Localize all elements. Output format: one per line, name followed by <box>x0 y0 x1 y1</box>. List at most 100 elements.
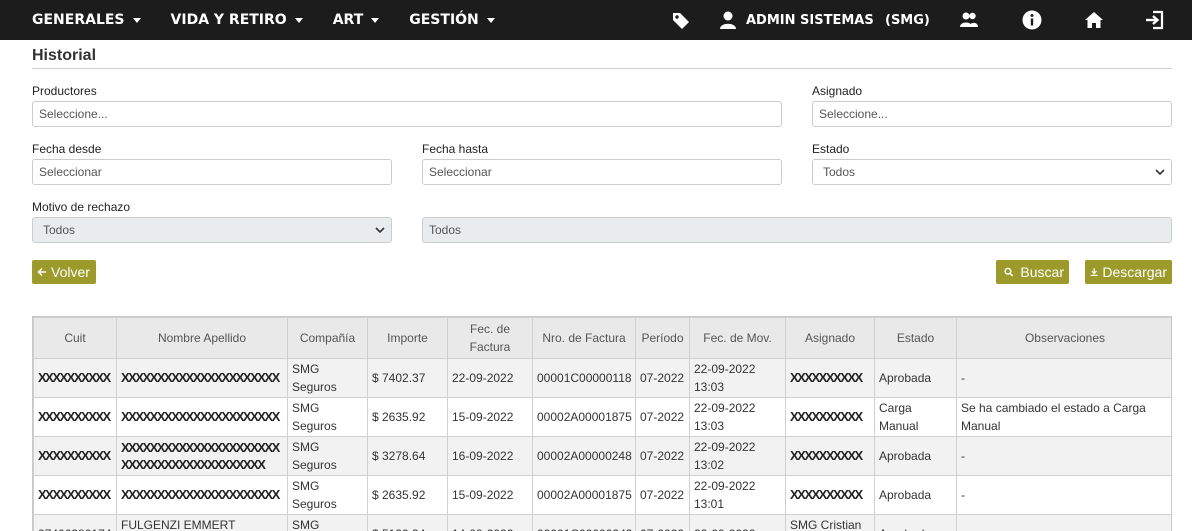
info-icon[interactable] <box>1022 10 1042 30</box>
cell-compania: SMG Seguros <box>287 475 368 515</box>
cell-periodo: 07-2022 <box>635 436 690 476</box>
cell-importe: $ 5130.34 <box>367 514 448 531</box>
cell-estado: Aprobada <box>874 358 957 398</box>
cell-fec-mov: 22-09-2022 13:03 <box>689 358 786 398</box>
cell-nro-factura: 00002A00001875 <box>532 475 636 515</box>
nombre-value: XXXXXXXXXXXXXXXXXXXXXX XXXXXXXXXXXXXXXXX… <box>121 440 280 472</box>
cell-compania: SMG Seguros <box>287 436 368 476</box>
cell-importe: $ 2635.92 <box>367 475 448 515</box>
volver-button[interactable]: Volver <box>32 260 96 284</box>
menu-vida-y-retiro[interactable]: VIDA Y RETIRO <box>171 12 303 28</box>
descargar-label: Descargar <box>1102 264 1167 280</box>
motivo-rechazo-label: Motivo de rechazo <box>32 200 131 214</box>
table-row[interactable]: XXXXXXXXXX XXXXXXXXXXXXXXXXXXXXXX SMG Se… <box>33 475 1171 515</box>
col-fec-mov[interactable]: Fec. de Mov. <box>689 317 786 359</box>
col-observaciones[interactable]: Observaciones <box>956 317 1171 359</box>
cell-fec-mov: 22-09-2022 <box>689 514 786 531</box>
page-title: Historial <box>32 47 97 64</box>
col-nombre[interactable]: Nombre Apellido <box>116 317 288 359</box>
cell-fec-mov: 22-09-2022 13:02 <box>689 436 786 476</box>
cell-periodo: 07-2022 <box>635 475 690 515</box>
cell-nombre: XXXXXXXXXXXXXXXXXXXXXX <box>116 358 288 398</box>
caret-down-icon <box>132 17 141 23</box>
cell-importe: $ 7402.37 <box>367 358 448 398</box>
cell-observaciones: - <box>956 514 1171 531</box>
asignado-value: XXXXXXXXXX <box>790 370 863 385</box>
cuit-value: XXXXXXXXXX <box>38 370 111 385</box>
cell-cuit: XXXXXXXXXX <box>33 397 117 437</box>
main-menu: GENERALES VIDA Y RETIRO ART GESTIÓN <box>32 0 525 40</box>
col-nro-factura[interactable]: Nro. de Factura <box>532 317 636 359</box>
col-importe[interactable]: Importe <box>367 317 448 359</box>
volver-label: Volver <box>51 264 90 280</box>
title-divider <box>32 68 1172 69</box>
cell-fec-factura: 16-09-2022 <box>447 436 533 476</box>
table-row[interactable]: XXXXXXXXXX XXXXXXXXXXXXXXXXXXXXXX SMG Se… <box>33 358 1171 398</box>
chevron-down-icon <box>1155 169 1165 176</box>
fecha-desde-input[interactable]: Seleccionar <box>32 159 392 185</box>
estado-select[interactable]: Todos <box>812 159 1172 185</box>
historial-table: Cuit Nombre Apellido Compañía Importe Fe… <box>32 316 1172 531</box>
motivo-detalle-field: Todos <box>422 217 1172 243</box>
menu-gestion[interactable]: GESTIÓN <box>409 12 495 28</box>
cell-estado: Aprobada <box>874 514 957 531</box>
cell-nro-factura: 00002A00001875 <box>532 397 636 437</box>
caret-down-icon <box>371 17 380 23</box>
cell-cuit: 27406380174 <box>33 514 117 531</box>
tag-icon[interactable] <box>671 10 691 30</box>
col-estado[interactable]: Estado <box>874 317 957 359</box>
cell-fec-factura: 22-09-2022 <box>447 358 533 398</box>
menu-art-label: ART <box>332 12 364 28</box>
user-icon <box>720 11 736 29</box>
users-icon[interactable] <box>959 10 979 30</box>
caret-down-icon <box>294 17 303 23</box>
col-fec-factura[interactable]: Fec. de Factura <box>447 317 533 359</box>
table-row[interactable]: XXXXXXXXXX XXXXXXXXXXXXXXXXXXXXXX XXXXXX… <box>33 436 1171 476</box>
cell-observaciones: Se ha cambiado el estado a Carga Manual <box>956 397 1171 437</box>
asignado-select[interactable]: Seleccione... <box>812 101 1172 127</box>
asignado-value: XXXXXXXXXX <box>790 409 863 424</box>
cuit-value: XXXXXXXXXX <box>38 448 111 463</box>
cell-compania: SMG Seguros <box>287 514 368 531</box>
cell-observaciones: - <box>956 475 1171 515</box>
estado-select-value: Todos <box>823 165 856 179</box>
col-compania[interactable]: Compañía <box>287 317 368 359</box>
cell-compania: SMG Seguros <box>287 358 368 398</box>
company-code: (SMG) <box>885 12 930 28</box>
productores-select[interactable]: Seleccione... <box>32 101 782 127</box>
cell-importe: $ 2635.92 <box>367 397 448 437</box>
menu-generales[interactable]: GENERALES <box>32 12 141 28</box>
productores-label: Productores <box>32 84 97 98</box>
cell-nombre: XXXXXXXXXXXXXXXXXXXXXX <box>116 397 288 437</box>
cell-fec-mov: 22-09-2022 13:01 <box>689 475 786 515</box>
buscar-button[interactable]: Buscar <box>996 260 1069 284</box>
col-periodo[interactable]: Período <box>635 317 690 359</box>
cell-cuit: XXXXXXXXXX <box>33 358 117 398</box>
cell-asignado: XXXXXXXXXX <box>785 436 875 476</box>
asignado-value: XXXXXXXXXX <box>790 487 863 502</box>
home-icon[interactable] <box>1084 10 1104 30</box>
cell-importe: $ 3278.64 <box>367 436 448 476</box>
motivo-rechazo-select[interactable]: Todos <box>32 217 392 243</box>
menu-art[interactable]: ART <box>333 12 380 28</box>
descargar-button[interactable]: Descargar <box>1085 260 1172 284</box>
menu-generales-label: GENERALES <box>32 12 125 28</box>
user-name: ADMIN SISTEMAS <box>746 12 874 28</box>
col-asignado[interactable]: Asignado <box>785 317 875 359</box>
fecha-desde-label: Fecha desde <box>32 142 102 156</box>
caret-down-icon <box>486 17 495 23</box>
col-cuit[interactable]: Cuit <box>33 317 117 359</box>
logout-icon[interactable] <box>1144 10 1164 30</box>
cell-nombre: FULGENZI EMMERT MELANIA <box>116 514 288 531</box>
table-row[interactable]: 27406380174 FULGENZI EMMERT MELANIA SMG … <box>33 514 1171 531</box>
table-row[interactable]: XXXXXXXXXX XXXXXXXXXXXXXXXXXXXXXX SMG Se… <box>33 397 1171 437</box>
nombre-value: XXXXXXXXXXXXXXXXXXXXXX <box>121 487 280 502</box>
fecha-hasta-input[interactable]: Seleccionar <box>422 159 782 185</box>
cell-fec-factura: 15-09-2022 <box>447 397 533 437</box>
cell-estado: Aprobada <box>874 475 957 515</box>
cell-asignado: XXXXXXXXXX <box>785 475 875 515</box>
buscar-label: Buscar <box>1020 264 1064 280</box>
cell-fec-factura: 15-09-2022 <box>447 475 533 515</box>
cell-periodo: 07-2022 <box>635 358 690 398</box>
cell-nro-factura: 00001C00000243 <box>532 514 636 531</box>
